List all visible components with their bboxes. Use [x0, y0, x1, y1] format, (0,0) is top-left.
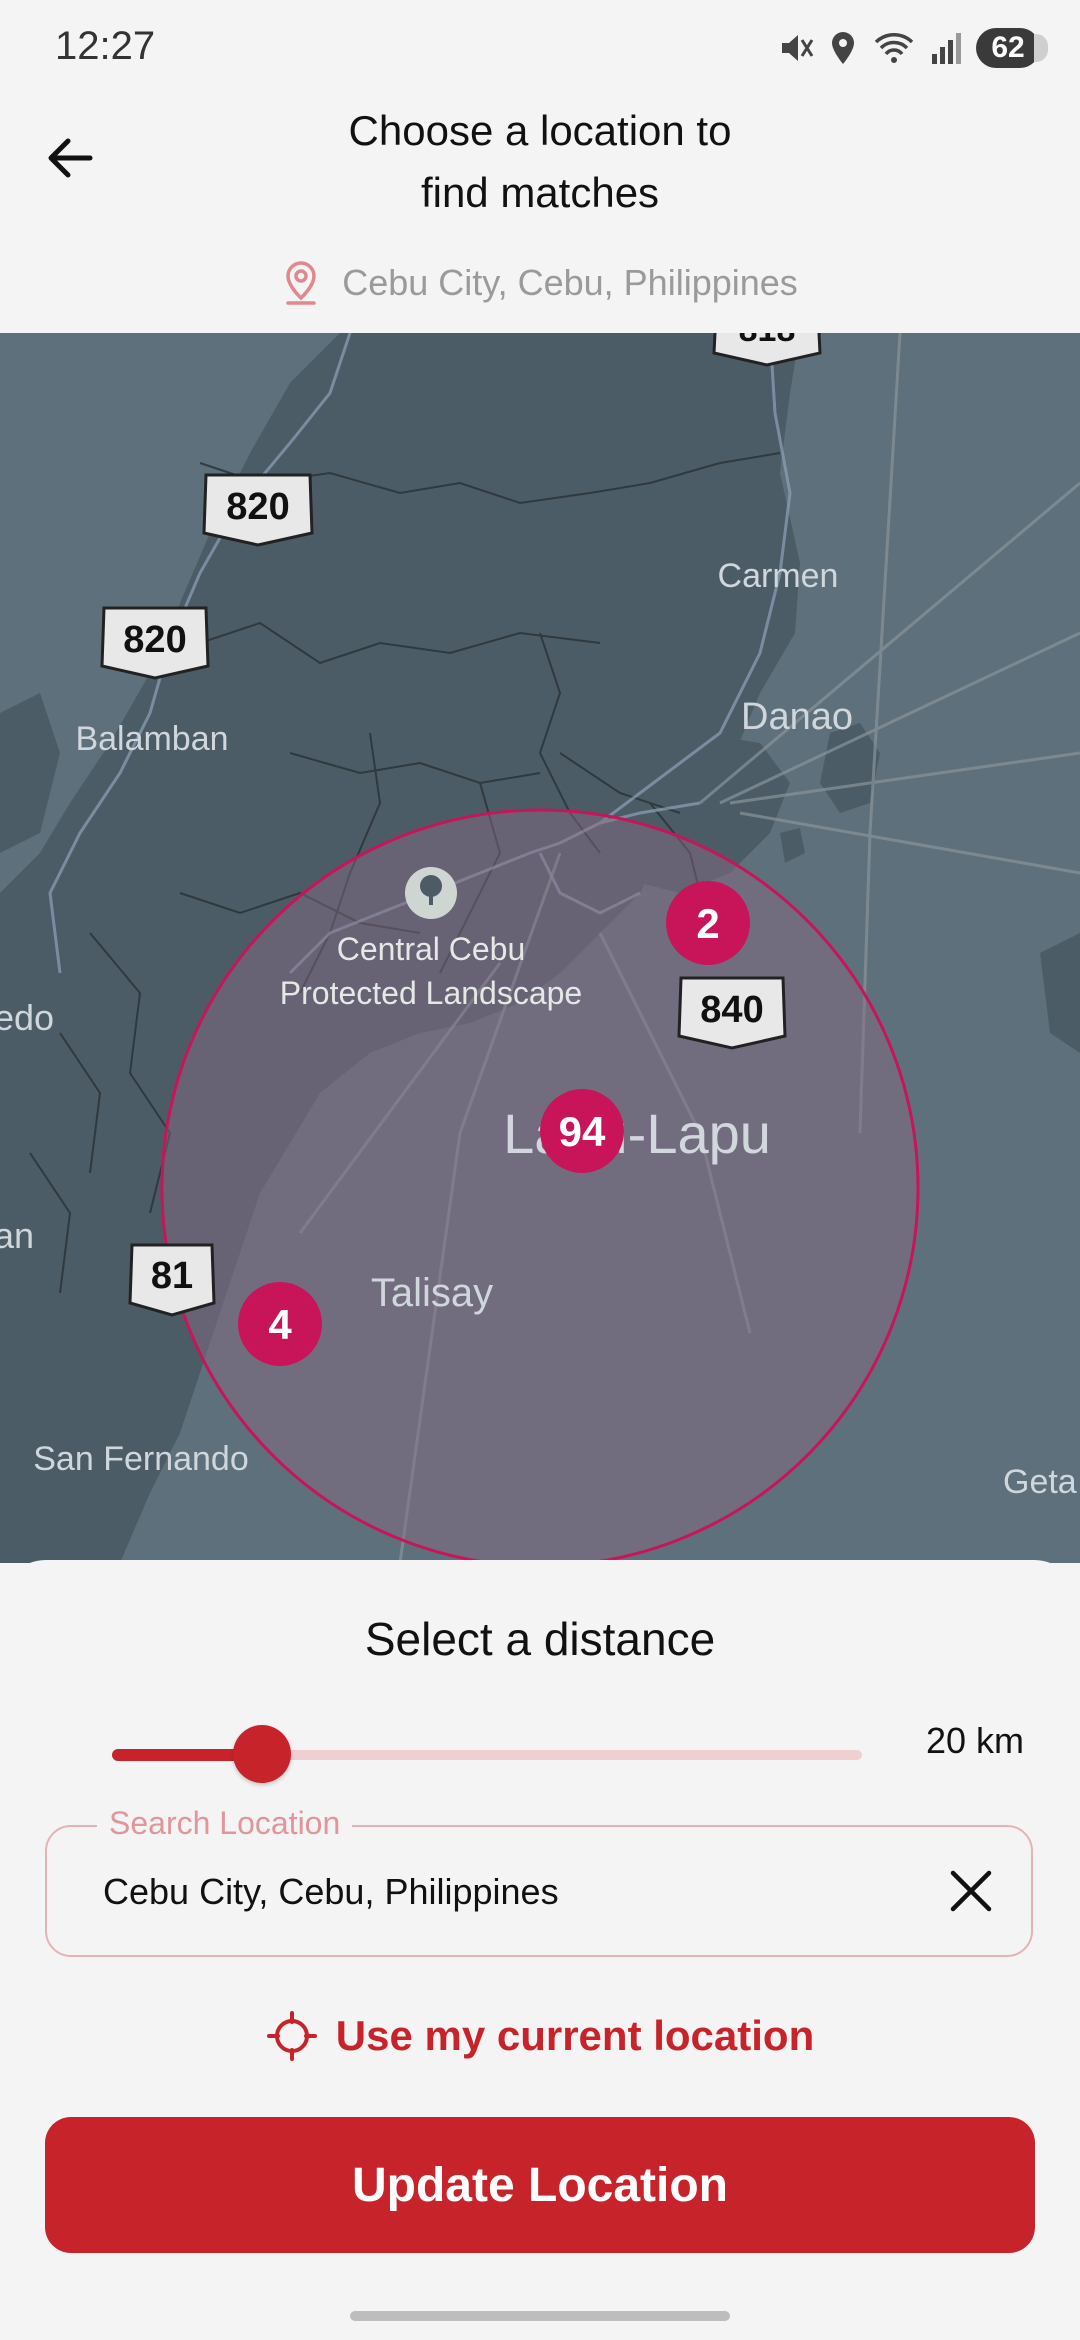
route-shield-820-top: 820: [202, 473, 314, 547]
page-title-line1: Choose a location to: [348, 107, 732, 154]
status-icons: 62: [778, 28, 1048, 68]
status-time: 12:27: [55, 24, 156, 68]
distance-slider[interactable]: [112, 1725, 862, 1783]
clear-button[interactable]: [941, 1861, 1001, 1921]
svg-text:840: 840: [700, 989, 763, 1031]
wifi-icon: [872, 30, 916, 66]
match-cluster-94[interactable]: 94: [540, 1089, 624, 1173]
svg-text:820: 820: [123, 619, 186, 661]
search-location-label: Search Location: [97, 1805, 353, 1842]
svg-text:4: 4: [268, 1301, 292, 1348]
status-bar: 12:27 62: [0, 0, 1080, 100]
distance-value: 20 km: [925, 1720, 1024, 1761]
map-label-danao: Danao: [741, 696, 853, 738]
arrow-left-icon: [48, 138, 93, 178]
close-icon: [950, 1870, 992, 1912]
map-label-talisay: Talisay: [371, 1271, 493, 1315]
map-label-geta: Geta: [1003, 1463, 1077, 1501]
back-button[interactable]: [30, 118, 110, 198]
use-current-location-label: Use my current location: [335, 2012, 815, 2059]
update-location-button[interactable]: Update Location: [45, 2117, 1035, 2253]
map-label-balamban: Balamban: [75, 720, 228, 758]
location-pin-icon: [828, 30, 858, 66]
use-current-location-button[interactable]: Use my current location: [0, 2010, 1080, 2062]
search-radius-circle: [160, 808, 920, 1563]
svg-text:94: 94: [559, 1108, 606, 1155]
distance-bottom-sheet: Select a distance 20 km Search Location …: [0, 1560, 1080, 2340]
route-shield-81: 81: [128, 1243, 216, 1317]
sheet-title: Select a distance: [364, 1613, 716, 1665]
selected-location-text: Cebu City, Cebu, Philippines: [342, 262, 798, 303]
svg-text:81: 81: [151, 1255, 193, 1297]
map-view[interactable]: 820 820 840 81 818 Carmen Danao Balamban…: [0, 333, 1080, 1563]
route-shield-820-mid: 820: [100, 606, 210, 680]
match-cluster-4[interactable]: 4: [238, 1282, 322, 1366]
search-location-field[interactable]: Search Location Cebu City, Cebu, Philipp…: [45, 1805, 1033, 1957]
map-label-park-line1: Central Cebu: [337, 931, 526, 967]
map-label-edo: edo: [0, 997, 54, 1038]
map-label-san-fernando: San Fernando: [33, 1440, 249, 1478]
location-pin-icon: [286, 261, 316, 305]
selected-location-row: Cebu City, Cebu, Philippines: [0, 260, 1080, 306]
header: Choose a location to find matches Cebu C…: [0, 100, 1080, 333]
map-label-carmen: Carmen: [718, 557, 839, 595]
crosshair-icon: [266, 2011, 317, 2061]
home-indicator[interactable]: [350, 2311, 730, 2321]
mute-icon: [778, 30, 814, 66]
svg-text:820: 820: [226, 486, 289, 528]
match-cluster-2[interactable]: 2: [666, 881, 750, 965]
battery-indicator: 62: [976, 28, 1048, 68]
map-label-park-line2: Protected Landscape: [280, 975, 582, 1011]
svg-text:2: 2: [696, 900, 719, 947]
svg-text:818: 818: [739, 333, 796, 349]
signal-icon: [930, 30, 962, 66]
park-icon: [405, 867, 457, 919]
route-shield-840: 840: [677, 976, 787, 1050]
slider-thumb[interactable]: [233, 1725, 291, 1783]
page-title: Choose a location to find matches: [250, 100, 830, 224]
search-location-input[interactable]: Cebu City, Cebu, Philippines: [103, 1871, 559, 1913]
page-title-line2: find matches: [420, 169, 660, 216]
map-label-an: an: [0, 1215, 34, 1256]
